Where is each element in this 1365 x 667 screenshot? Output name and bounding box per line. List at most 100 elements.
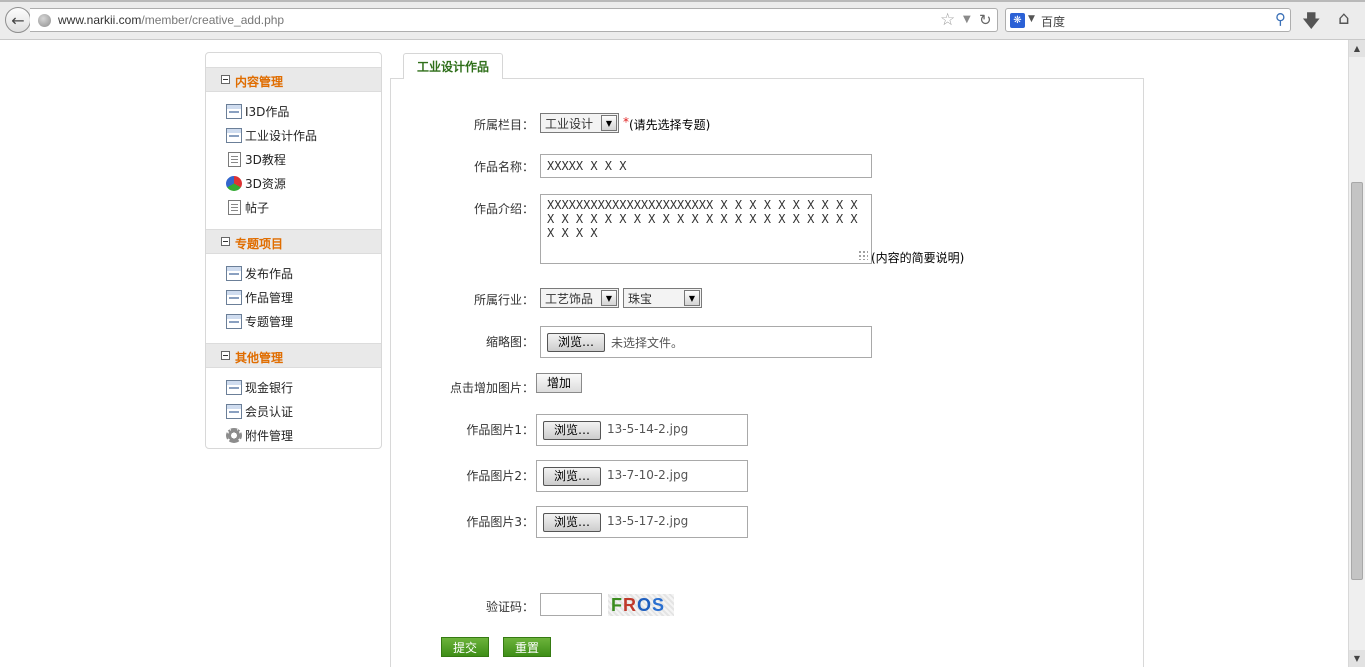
chevron-down-icon[interactable]: ▼ xyxy=(601,115,617,131)
sidebar-item-label: 现金银行 xyxy=(245,380,294,395)
add-image-label: 点击增加图片： xyxy=(449,381,534,395)
search-icon[interactable]: ⚲ xyxy=(1275,10,1286,28)
captcha-label: 验证码： xyxy=(485,600,534,614)
image3-file-input[interactable]: 浏览… 13-5-17-2.jpg xyxy=(536,506,748,538)
section-title: 其他管理 xyxy=(235,351,284,365)
tab-strip xyxy=(0,0,1365,2)
intro-text: XXXXXXXXXXXXXXXXXXXXXXX X X X X X X X X … xyxy=(547,198,858,240)
document-icon xyxy=(228,151,241,167)
sidebar-item-label: 专题管理 xyxy=(245,314,294,329)
image2-browse-button[interactable]: 浏览… xyxy=(543,467,601,486)
category-hint: (请先选择专题) xyxy=(629,118,711,132)
sidebar-item-industrial-design[interactable]: 工业设计作品 xyxy=(226,125,317,145)
search-bar[interactable]: ❋ ▼ 百度 ⚲ xyxy=(1005,8,1291,32)
sidebar-item-label: I3D作品 xyxy=(245,104,290,119)
sidebar-item-attachments[interactable]: 附件管理 xyxy=(226,425,293,445)
industry-label: 所属行业： xyxy=(473,293,534,307)
scroll-up-icon[interactable]: ▲ xyxy=(1349,40,1365,57)
industry-select-secondary[interactable]: 珠宝 ▼ xyxy=(623,288,702,308)
sidebar-item-manage-works[interactable]: 作品管理 xyxy=(226,287,293,307)
section-title: 专题项目 xyxy=(235,237,284,251)
section-header-projects[interactable]: 专题项目 xyxy=(206,229,381,254)
sidebar-item-3d-tutorial[interactable]: 3D教程 xyxy=(226,149,286,169)
star-icon[interactable]: ☆ xyxy=(940,10,955,30)
collapse-icon[interactable] xyxy=(221,351,230,360)
sidebar-item-label: 作品管理 xyxy=(245,290,294,305)
reset-button[interactable]: 重置 xyxy=(503,637,551,657)
collapse-icon[interactable] xyxy=(221,75,230,84)
image3-filename: 13-5-17-2.jpg xyxy=(607,514,689,528)
url-path: /member/creative_add.php xyxy=(141,13,285,27)
scroll-thumb[interactable] xyxy=(1351,182,1363,580)
image2-filename: 13-7-10-2.jpg xyxy=(607,468,689,482)
baidu-engine-icon[interactable]: ❋ xyxy=(1010,13,1025,28)
sidebar-item-label: 3D资源 xyxy=(245,176,286,191)
sidebar-item-label: 帖子 xyxy=(245,200,270,215)
category-select[interactable]: 工业设计 ▼ xyxy=(540,113,619,133)
document-icon xyxy=(228,199,241,215)
engine-dropdown-icon[interactable]: ▼ xyxy=(1028,14,1035,24)
image1-file-input[interactable]: 浏览… 13-5-14-2.jpg xyxy=(536,414,748,446)
page-scrollbar[interactable]: ▲ ▼ xyxy=(1348,40,1365,667)
industry-select-primary[interactable]: 工艺饰品 ▼ xyxy=(540,288,619,308)
work-name-input[interactable]: XXXXX X X X xyxy=(540,154,872,178)
sidebar-item-manage-topics[interactable]: 专题管理 xyxy=(226,311,293,331)
image1-filename: 13-5-14-2.jpg xyxy=(607,422,689,436)
window-icon xyxy=(226,127,242,143)
category-value: 工业设计 xyxy=(545,117,594,131)
image3-browse-button[interactable]: 浏览… xyxy=(543,513,601,532)
window-icon xyxy=(226,103,242,119)
url-history-dropdown-icon[interactable]: ▼ xyxy=(963,14,971,25)
resize-grip-icon[interactable] xyxy=(858,250,868,260)
captcha-letter: R xyxy=(623,595,637,615)
sidebar-item-3d-resources[interactable]: 3D资源 xyxy=(226,173,286,193)
sidebar-item-cash-bank[interactable]: 现金银行 xyxy=(226,377,293,397)
address-bar[interactable]: www.narkii.com/member/creative_add.php ☆… xyxy=(30,8,998,32)
chevron-down-icon[interactable]: ▼ xyxy=(601,290,617,306)
intro-label: 作品介绍： xyxy=(473,202,534,216)
thumbnail-browse-button[interactable]: 浏览… xyxy=(547,333,605,352)
window-icon xyxy=(226,289,242,305)
chevron-down-icon[interactable]: ▼ xyxy=(684,290,700,306)
captcha-input[interactable] xyxy=(540,593,602,616)
reload-icon[interactable]: ↻ xyxy=(979,11,992,29)
thumbnail-label: 缩略图： xyxy=(485,335,534,349)
thumbnail-file-input[interactable]: 浏览… 未选择文件。 xyxy=(540,326,872,358)
download-icon[interactable]: 🡇 xyxy=(1302,9,1321,39)
sidebar-item-label: 工业设计作品 xyxy=(245,128,318,143)
sidebar-item-label: 附件管理 xyxy=(245,428,294,443)
back-arrow-icon[interactable]: ← xyxy=(5,7,31,33)
section-title: 内容管理 xyxy=(235,75,284,89)
sidebar-item-label: 发布作品 xyxy=(245,266,294,281)
search-input[interactable]: 百度 xyxy=(1041,13,1065,30)
sidebar-item-member-verify[interactable]: 会员认证 xyxy=(226,401,293,421)
page-content: 内容管理 I3D作品 工业设计作品 3D教程 3D资源 帖子 专题项目 发布作品… xyxy=(0,40,1348,667)
image1-browse-button[interactable]: 浏览… xyxy=(543,421,601,440)
intro-hint: (内容的简要说明) xyxy=(871,251,965,265)
industry-value-secondary: 珠宝 xyxy=(628,292,653,306)
captcha-image[interactable]: FROS xyxy=(608,594,674,616)
section-header-content[interactable]: 内容管理 xyxy=(206,67,381,92)
window-icon xyxy=(226,379,242,395)
sidebar-item-posts[interactable]: 帖子 xyxy=(226,197,269,217)
window-icon xyxy=(226,265,242,281)
tab-industrial-design[interactable]: 工业设计作品 xyxy=(403,53,503,79)
window-icon xyxy=(226,313,242,329)
collapse-icon[interactable] xyxy=(221,237,230,246)
scroll-down-icon[interactable]: ▼ xyxy=(1349,650,1365,667)
home-icon[interactable]: ⌂ xyxy=(1338,8,1349,29)
captcha-letter: O xyxy=(637,595,653,615)
url-host: www.narkii.com xyxy=(58,13,142,27)
image2-file-input[interactable]: 浏览… 13-7-10-2.jpg xyxy=(536,460,748,492)
submit-button[interactable]: 提交 xyxy=(441,637,489,657)
category-label: 所属栏目： xyxy=(473,118,534,132)
image3-label: 作品图片3： xyxy=(466,515,534,529)
sidebar-item-i3d-works[interactable]: I3D作品 xyxy=(226,101,289,121)
window-icon xyxy=(226,403,242,419)
work-intro-textarea[interactable]: XXXXXXXXXXXXXXXXXXXXXXX X X X X X X X X … xyxy=(540,194,872,264)
add-image-button[interactable]: 增加 xyxy=(536,373,582,393)
url-text[interactable]: www.narkii.com/member/creative_add.php xyxy=(58,13,284,27)
sidebar-item-publish-work[interactable]: 发布作品 xyxy=(226,263,293,283)
section-header-other[interactable]: 其他管理 xyxy=(206,343,381,368)
globe-icon xyxy=(38,14,51,27)
